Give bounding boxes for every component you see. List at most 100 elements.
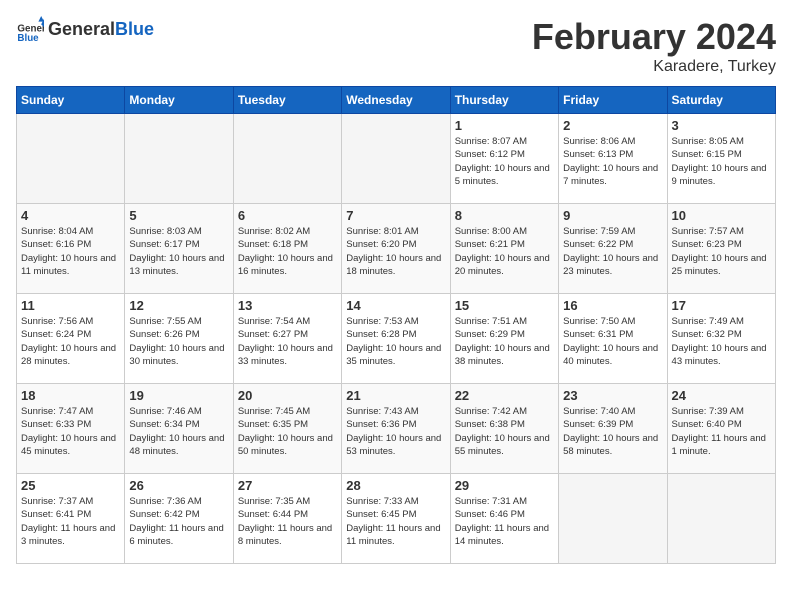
calendar-cell: [125, 114, 233, 204]
calendar-week-row: 1 Sunrise: 8:07 AM Sunset: 6:12 PM Dayli…: [17, 114, 776, 204]
day-info: Sunrise: 8:06 AM Sunset: 6:13 PM Dayligh…: [563, 135, 662, 188]
day-info: Sunrise: 7:36 AM Sunset: 6:42 PM Dayligh…: [129, 495, 228, 548]
day-number: 12: [129, 298, 228, 313]
day-info: Sunrise: 7:37 AM Sunset: 6:41 PM Dayligh…: [21, 495, 120, 548]
sunset-label: Sunset: 6:42 PM: [129, 509, 199, 520]
sunset-label: Sunset: 6:24 PM: [21, 329, 91, 340]
daylight-label: Daylight: 10 hours and 25 minutes.: [672, 253, 767, 277]
calendar-cell: 13 Sunrise: 7:54 AM Sunset: 6:27 PM Dayl…: [233, 294, 341, 384]
sunrise-label: Sunrise: 8:05 AM: [672, 136, 744, 147]
daylight-label: Daylight: 10 hours and 35 minutes.: [346, 343, 441, 367]
daylight-label: Daylight: 10 hours and 5 minutes.: [455, 163, 550, 187]
weekday-header-wednesday: Wednesday: [342, 87, 450, 114]
daylight-label: Daylight: 10 hours and 58 minutes.: [563, 433, 658, 457]
calendar-cell: 6 Sunrise: 8:02 AM Sunset: 6:18 PM Dayli…: [233, 204, 341, 294]
day-number: 1: [455, 118, 554, 133]
sunset-label: Sunset: 6:44 PM: [238, 509, 308, 520]
daylight-label: Daylight: 10 hours and 43 minutes.: [672, 343, 767, 367]
sunset-label: Sunset: 6:36 PM: [346, 419, 416, 430]
sunset-label: Sunset: 6:26 PM: [129, 329, 199, 340]
sunrise-label: Sunrise: 7:50 AM: [563, 316, 635, 327]
calendar-cell: 21 Sunrise: 7:43 AM Sunset: 6:36 PM Dayl…: [342, 384, 450, 474]
logo-text: GeneralBlue: [48, 20, 154, 40]
sunrise-label: Sunrise: 7:33 AM: [346, 496, 418, 507]
day-info: Sunrise: 7:55 AM Sunset: 6:26 PM Dayligh…: [129, 315, 228, 368]
sunrise-label: Sunrise: 7:54 AM: [238, 316, 310, 327]
sunset-label: Sunset: 6:38 PM: [455, 419, 525, 430]
calendar-week-row: 11 Sunrise: 7:56 AM Sunset: 6:24 PM Dayl…: [17, 294, 776, 384]
sunrise-label: Sunrise: 7:45 AM: [238, 406, 310, 417]
weekday-header-thursday: Thursday: [450, 87, 558, 114]
daylight-label: Daylight: 10 hours and 11 minutes.: [21, 253, 116, 277]
sunrise-label: Sunrise: 8:03 AM: [129, 226, 201, 237]
day-info: Sunrise: 7:33 AM Sunset: 6:45 PM Dayligh…: [346, 495, 445, 548]
day-info: Sunrise: 8:00 AM Sunset: 6:21 PM Dayligh…: [455, 225, 554, 278]
daylight-label: Daylight: 10 hours and 33 minutes.: [238, 343, 333, 367]
daylight-label: Daylight: 10 hours and 50 minutes.: [238, 433, 333, 457]
day-info: Sunrise: 7:46 AM Sunset: 6:34 PM Dayligh…: [129, 405, 228, 458]
day-number: 11: [21, 298, 120, 313]
day-number: 16: [563, 298, 662, 313]
sunset-label: Sunset: 6:41 PM: [21, 509, 91, 520]
calendar-week-row: 25 Sunrise: 7:37 AM Sunset: 6:41 PM Dayl…: [17, 474, 776, 564]
calendar-cell: 5 Sunrise: 8:03 AM Sunset: 6:17 PM Dayli…: [125, 204, 233, 294]
sunrise-label: Sunrise: 8:06 AM: [563, 136, 635, 147]
sunset-label: Sunset: 6:33 PM: [21, 419, 91, 430]
day-info: Sunrise: 7:53 AM Sunset: 6:28 PM Dayligh…: [346, 315, 445, 368]
sunset-label: Sunset: 6:17 PM: [129, 239, 199, 250]
day-number: 2: [563, 118, 662, 133]
day-info: Sunrise: 7:50 AM Sunset: 6:31 PM Dayligh…: [563, 315, 662, 368]
day-info: Sunrise: 7:56 AM Sunset: 6:24 PM Dayligh…: [21, 315, 120, 368]
daylight-label: Daylight: 11 hours and 6 minutes.: [129, 523, 223, 547]
calendar-cell: 23 Sunrise: 7:40 AM Sunset: 6:39 PM Dayl…: [559, 384, 667, 474]
sunset-label: Sunset: 6:31 PM: [563, 329, 633, 340]
sunset-label: Sunset: 6:20 PM: [346, 239, 416, 250]
calendar-cell: 4 Sunrise: 8:04 AM Sunset: 6:16 PM Dayli…: [17, 204, 125, 294]
logo-blue: Blue: [115, 19, 154, 39]
calendar-cell: 2 Sunrise: 8:06 AM Sunset: 6:13 PM Dayli…: [559, 114, 667, 204]
daylight-label: Daylight: 10 hours and 13 minutes.: [129, 253, 224, 277]
calendar-week-row: 18 Sunrise: 7:47 AM Sunset: 6:33 PM Dayl…: [17, 384, 776, 474]
calendar-cell: 24 Sunrise: 7:39 AM Sunset: 6:40 PM Dayl…: [667, 384, 775, 474]
day-number: 17: [672, 298, 771, 313]
calendar-cell: 27 Sunrise: 7:35 AM Sunset: 6:44 PM Dayl…: [233, 474, 341, 564]
day-number: 9: [563, 208, 662, 223]
day-info: Sunrise: 8:07 AM Sunset: 6:12 PM Dayligh…: [455, 135, 554, 188]
day-info: Sunrise: 7:59 AM Sunset: 6:22 PM Dayligh…: [563, 225, 662, 278]
title-area: February 2024 Karadere, Turkey: [532, 16, 776, 76]
calendar-cell: 7 Sunrise: 8:01 AM Sunset: 6:20 PM Dayli…: [342, 204, 450, 294]
sunset-label: Sunset: 6:34 PM: [129, 419, 199, 430]
daylight-label: Daylight: 10 hours and 20 minutes.: [455, 253, 550, 277]
sunrise-label: Sunrise: 7:42 AM: [455, 406, 527, 417]
weekday-header-sunday: Sunday: [17, 87, 125, 114]
sunset-label: Sunset: 6:16 PM: [21, 239, 91, 250]
day-number: 24: [672, 388, 771, 403]
day-number: 19: [129, 388, 228, 403]
day-info: Sunrise: 7:40 AM Sunset: 6:39 PM Dayligh…: [563, 405, 662, 458]
sunrise-label: Sunrise: 8:07 AM: [455, 136, 527, 147]
calendar-header-row: SundayMondayTuesdayWednesdayThursdayFrid…: [17, 87, 776, 114]
daylight-label: Daylight: 11 hours and 1 minute.: [672, 433, 766, 457]
logo-icon: General Blue: [16, 16, 44, 44]
sunrise-label: Sunrise: 7:40 AM: [563, 406, 635, 417]
daylight-label: Daylight: 10 hours and 23 minutes.: [563, 253, 658, 277]
day-info: Sunrise: 7:57 AM Sunset: 6:23 PM Dayligh…: [672, 225, 771, 278]
weekday-header-tuesday: Tuesday: [233, 87, 341, 114]
daylight-label: Daylight: 11 hours and 14 minutes.: [455, 523, 549, 547]
daylight-label: Daylight: 10 hours and 38 minutes.: [455, 343, 550, 367]
calendar-cell: 11 Sunrise: 7:56 AM Sunset: 6:24 PM Dayl…: [17, 294, 125, 384]
sunrise-label: Sunrise: 7:37 AM: [21, 496, 93, 507]
sunrise-label: Sunrise: 7:39 AM: [672, 406, 744, 417]
day-info: Sunrise: 7:39 AM Sunset: 6:40 PM Dayligh…: [672, 405, 771, 458]
daylight-label: Daylight: 11 hours and 8 minutes.: [238, 523, 332, 547]
calendar-cell: 17 Sunrise: 7:49 AM Sunset: 6:32 PM Dayl…: [667, 294, 775, 384]
day-info: Sunrise: 8:05 AM Sunset: 6:15 PM Dayligh…: [672, 135, 771, 188]
day-info: Sunrise: 7:51 AM Sunset: 6:29 PM Dayligh…: [455, 315, 554, 368]
day-info: Sunrise: 8:02 AM Sunset: 6:18 PM Dayligh…: [238, 225, 337, 278]
daylight-label: Daylight: 10 hours and 40 minutes.: [563, 343, 658, 367]
sunset-label: Sunset: 6:40 PM: [672, 419, 742, 430]
sunrise-label: Sunrise: 7:49 AM: [672, 316, 744, 327]
sunrise-label: Sunrise: 8:04 AM: [21, 226, 93, 237]
day-number: 28: [346, 478, 445, 493]
weekday-header-monday: Monday: [125, 87, 233, 114]
